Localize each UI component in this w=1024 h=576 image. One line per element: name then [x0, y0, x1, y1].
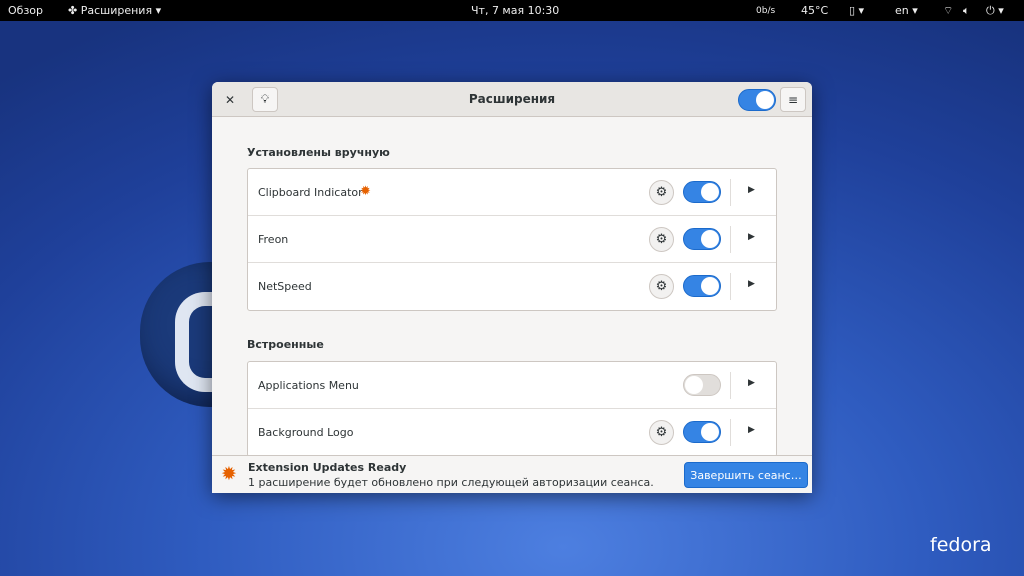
activities-button[interactable]: Обзор — [8, 4, 43, 17]
infobar-message: 1 расширение будет обновлено при следующ… — [248, 476, 654, 489]
clipboard-icon[interactable]: ▯ ▾ — [849, 4, 864, 17]
manual-extensions-list: Clipboard Indicator ✹ ⚙ ▶ Freon ⚙ ▶ NetS… — [247, 168, 777, 311]
expand-arrow-icon[interactable]: ▶ — [748, 232, 755, 242]
section-title-manual: Установлены вручную — [247, 146, 390, 159]
language-menu[interactable]: en ▾ — [895, 4, 918, 17]
settings-button[interactable]: ⚙ — [649, 274, 674, 299]
separator — [730, 372, 731, 399]
extension-name: Freon — [258, 233, 289, 246]
expand-arrow-icon[interactable]: ▶ — [748, 378, 755, 388]
power-icon[interactable]: ⏻ ▾ — [986, 4, 1004, 18]
fedora-wordmark: fedora — [930, 534, 992, 556]
app-menu-label: Расширения — [80, 4, 153, 17]
extension-row-clipboard-indicator[interactable]: Clipboard Indicator ✹ ⚙ ▶ — [248, 169, 776, 216]
extension-row-freon[interactable]: Freon ⚙ ▶ — [248, 216, 776, 263]
extension-name: NetSpeed — [258, 280, 312, 293]
section-title-builtin: Встроенные — [247, 338, 324, 351]
settings-button[interactable]: ⚙ — [649, 180, 674, 205]
settings-button[interactable]: ⚙ — [649, 420, 674, 445]
extension-toggle[interactable] — [683, 181, 721, 203]
puzzle-icon: ✤ — [68, 4, 78, 17]
settings-button[interactable]: ⚙ — [649, 227, 674, 252]
expand-arrow-icon[interactable]: ▶ — [748, 425, 755, 435]
hamburger-icon: ≡ — [787, 92, 799, 107]
updates-infobar: ✹ Extension Updates Ready 1 расширение б… — [212, 455, 812, 493]
extension-toggle[interactable] — [683, 421, 721, 443]
language-label: en — [895, 4, 909, 17]
expand-arrow-icon[interactable]: ▶ — [748, 185, 755, 195]
app-menu[interactable]: ✤ Расширения ▾ — [68, 4, 161, 17]
clock[interactable]: Чт, 7 мая 10:30 — [471, 4, 559, 17]
separator — [730, 179, 731, 206]
separator — [730, 226, 731, 253]
extension-name: Applications Menu — [258, 379, 359, 392]
extension-row-applications-menu[interactable]: Applications Menu ▶ — [248, 362, 776, 409]
extension-name: Background Logo — [258, 426, 354, 439]
netspeed-indicator[interactable]: 0b/s — [756, 6, 775, 16]
extension-toggle[interactable] — [683, 275, 721, 297]
extension-toggle[interactable] — [683, 374, 721, 396]
extension-row-background-logo[interactable]: Background Logo ⚙ ▶ — [248, 409, 776, 456]
top-bar: Обзор ✤ Расширения ▾ Чт, 7 мая 10:30 0b/… — [0, 0, 1024, 21]
header-bar: ✕ 💡︎ Расширения ≡ — [212, 82, 812, 117]
extensions-window: ✕ 💡︎ Расширения ≡ Установлены вручную Cl… — [212, 82, 812, 493]
extension-name: Clipboard Indicator — [258, 186, 363, 199]
update-icon: ✹ — [221, 463, 237, 485]
separator — [730, 273, 731, 300]
global-extensions-toggle[interactable] — [738, 89, 776, 111]
infobar-title: Extension Updates Ready — [248, 461, 407, 474]
temperature-indicator[interactable]: 45°C — [801, 4, 828, 17]
menu-button[interactable]: ≡ — [780, 87, 806, 112]
expand-arrow-icon[interactable]: ▶ — [748, 279, 755, 289]
extension-toggle[interactable] — [683, 228, 721, 250]
update-available-icon: ✹ — [360, 184, 371, 199]
extension-row-netspeed[interactable]: NetSpeed ⚙ ▶ — [248, 263, 776, 310]
builtin-extensions-list: Applications Menu ▶ Background Logo ⚙ ▶ — [247, 361, 777, 457]
logout-button[interactable]: Завершить сеанс… — [684, 462, 808, 488]
separator — [730, 419, 731, 446]
window-title: Расширения — [468, 92, 556, 106]
wifi-icon[interactable]: ⌔ — [943, 4, 953, 18]
volume-icon[interactable]: 🔈︎ — [963, 4, 970, 18]
